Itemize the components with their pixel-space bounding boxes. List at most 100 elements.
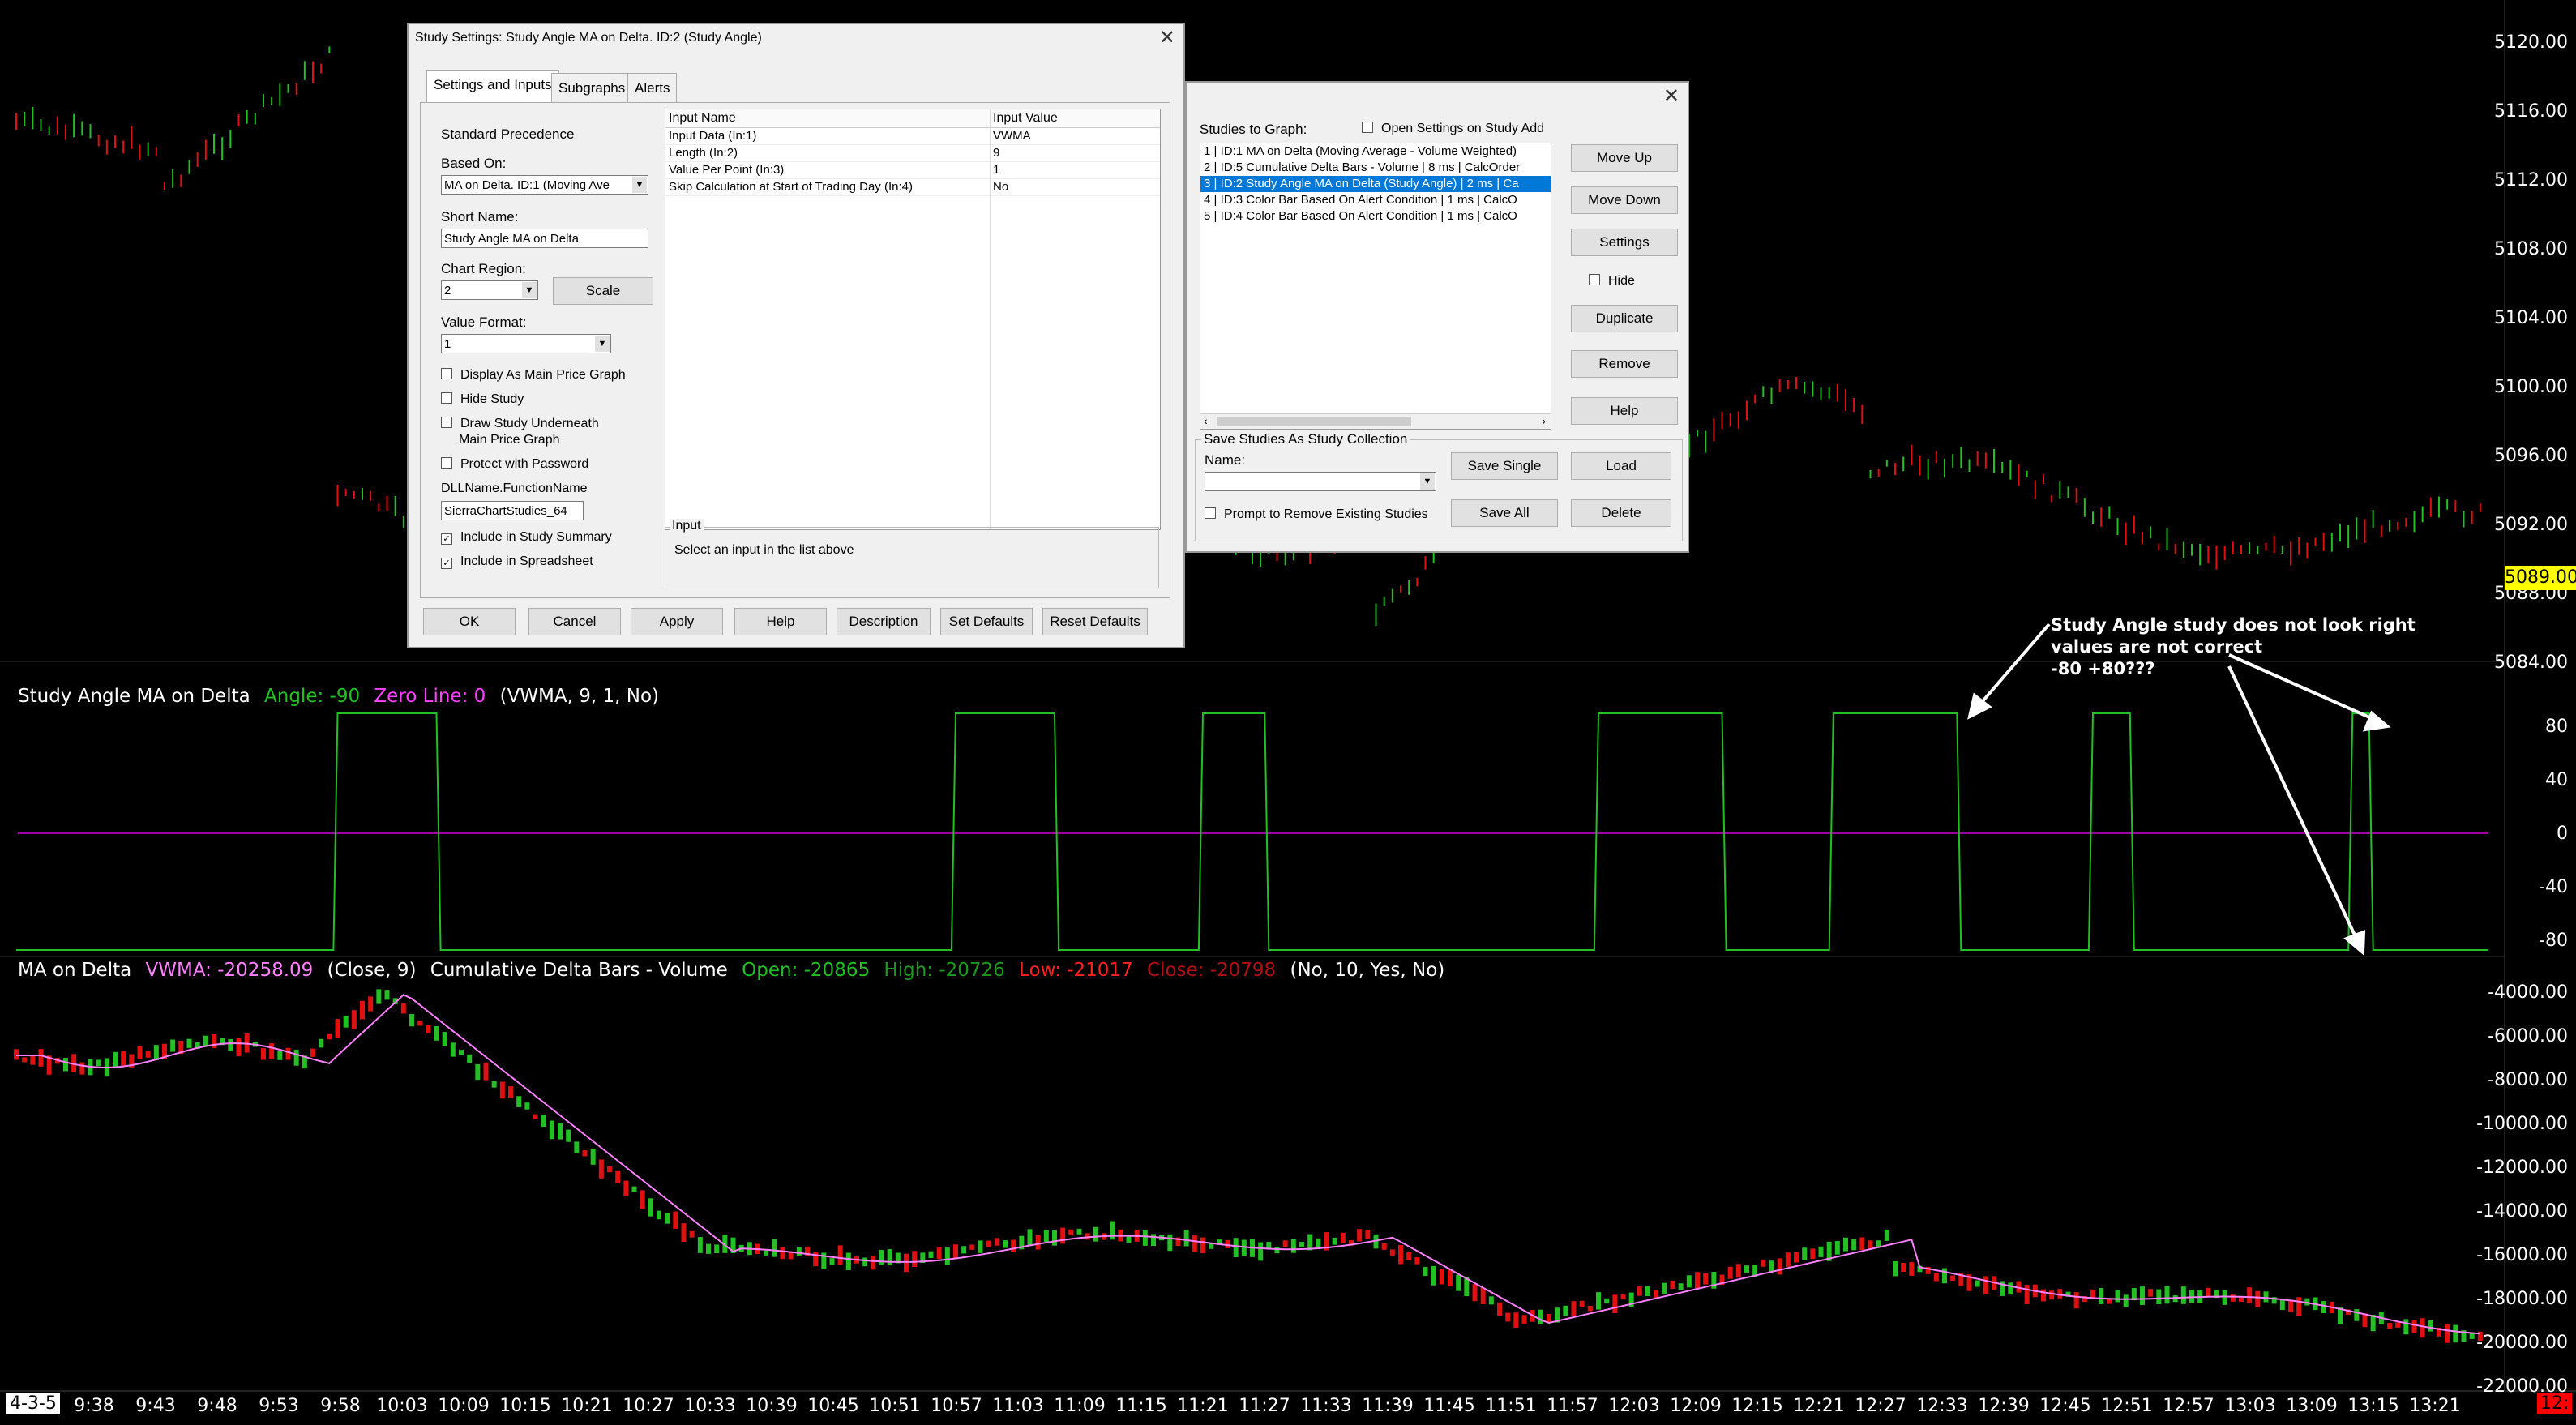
- delta-bar: [1587, 1305, 1593, 1312]
- duplicate-button[interactable]: Duplicate: [1571, 305, 1678, 332]
- table-row[interactable]: Length (In:2) 9: [665, 145, 1160, 162]
- annotation-line: -80 +80???: [2051, 659, 2155, 678]
- delta-bar: [648, 1198, 653, 1217]
- reset-defaults-button[interactable]: Reset Defaults: [1042, 608, 1148, 635]
- description-button[interactable]: Description: [837, 608, 931, 635]
- hide-study-checkbox[interactable]: Hide Study: [441, 392, 524, 407]
- settings-button[interactable]: Settings: [1571, 229, 1678, 256]
- draw-underneath-checkbox[interactable]: Draw Study Underneath: [441, 417, 599, 431]
- chevron-down-icon[interactable]: ▼: [632, 177, 647, 193]
- studies-list[interactable]: 1 | ID:1 MA on Delta (Moving Average - V…: [1200, 143, 1551, 430]
- value-format-combo[interactable]: 1 ▼: [441, 334, 611, 353]
- time-tick: 11:27: [1239, 1396, 1290, 1416]
- short-name-input[interactable]: Study Angle MA on Delta: [441, 229, 648, 248]
- based-on-value: MA on Delta. ID:1 (Moving Ave: [444, 178, 610, 192]
- scroll-left-icon[interactable]: ‹: [1204, 414, 1208, 427]
- column-input-name[interactable]: Input Name: [669, 111, 736, 126]
- scroll-right-icon[interactable]: ›: [1542, 414, 1546, 427]
- chevron-down-icon[interactable]: ▼: [595, 336, 610, 352]
- table-row[interactable]: Input Data (In:1) VWMA: [665, 128, 1160, 145]
- tab-alerts[interactable]: Alerts: [627, 73, 678, 103]
- delta-bar: [1282, 1240, 1288, 1247]
- display-main-price-checkbox[interactable]: Display As Main Price Graph: [441, 368, 626, 383]
- delta-bar: [2140, 1286, 2145, 1305]
- delta-bar: [1448, 1269, 1453, 1287]
- delta-bar: [1406, 1252, 1412, 1260]
- scale-button[interactable]: Scale: [553, 277, 653, 305]
- delta-bar: [640, 1190, 645, 1210]
- help-button[interactable]: Help: [734, 608, 827, 635]
- dll-input[interactable]: SierraChartStudies_64: [441, 501, 584, 520]
- move-down-button[interactable]: Move Down: [1571, 186, 1678, 214]
- include-summary-checkbox[interactable]: ✓ Include in Study Summary: [441, 530, 612, 545]
- hide-label: Hide: [1608, 274, 1635, 288]
- list-item[interactable]: 2 | ID:5 Cumulative Delta Bars - Volume …: [1200, 160, 1551, 176]
- delta-bar: [1843, 1237, 1848, 1252]
- delta-bar: [2222, 1290, 2227, 1305]
- delta-bar: [574, 1141, 580, 1153]
- time-tick: 13:15: [2347, 1396, 2399, 1416]
- delta-bar: [887, 1249, 892, 1265]
- close-icon[interactable]: ✕: [1159, 26, 1175, 49]
- delta-bar: [1431, 1265, 1436, 1286]
- collection-name-combo[interactable]: ▼: [1205, 472, 1436, 491]
- protect-password-checkbox[interactable]: Protect with Password: [441, 457, 588, 472]
- delta-bar: [590, 1148, 596, 1165]
- delta-bar: [2180, 1286, 2186, 1304]
- inputs-grid[interactable]: Input Name Input Value Input Data (In:1)…: [665, 109, 1161, 530]
- grid-header: Input Name Input Value: [665, 109, 1160, 128]
- time-tick: 12:51: [2101, 1396, 2153, 1416]
- save-single-button[interactable]: Save Single: [1451, 452, 1558, 480]
- time-tick: 10:27: [623, 1396, 674, 1416]
- table-row[interactable]: Skip Calculation at Start of Trading Day…: [665, 179, 1160, 196]
- price-tick: 5084.00: [2494, 653, 2568, 673]
- delta-bar: [1456, 1274, 1461, 1291]
- delta-bar: [1439, 1269, 1444, 1285]
- hide-checkbox[interactable]: Hide: [1589, 274, 1635, 289]
- save-all-button[interactable]: Save All: [1451, 499, 1558, 527]
- column-input-value[interactable]: Input Value: [993, 111, 1058, 126]
- close-icon[interactable]: ✕: [1663, 84, 1680, 108]
- bars-study-name: Cumulative Delta Bars - Volume: [430, 960, 728, 981]
- tab-settings-and-inputs[interactable]: Settings and Inputs: [426, 70, 559, 105]
- list-item[interactable]: 3 | ID:2 Study Angle MA on Delta (Study …: [1200, 176, 1551, 192]
- delta-bar: [837, 1245, 843, 1265]
- move-up-button[interactable]: Move Up: [1571, 144, 1678, 172]
- delete-button[interactable]: Delete: [1571, 499, 1671, 527]
- load-button[interactable]: Load: [1571, 452, 1671, 480]
- open-settings-checkbox[interactable]: Open Settings on Study Add: [1362, 122, 1544, 136]
- chart-studies-dialog[interactable]: ✕ Studies to Graph: Open Settings on Stu…: [1185, 81, 1689, 553]
- tab-subgraphs[interactable]: Subgraphs: [551, 73, 633, 103]
- horizontal-scrollbar[interactable]: ‹ ›: [1200, 413, 1551, 429]
- value-format-value: 1: [444, 337, 451, 351]
- table-row[interactable]: Value Per Point (In:3) 1: [665, 162, 1160, 179]
- delta-bar: [153, 1045, 159, 1060]
- delta-bar: [1472, 1284, 1478, 1302]
- ok-button[interactable]: OK: [423, 608, 516, 635]
- price-tick: 5104.00: [2494, 308, 2568, 328]
- based-on-combo[interactable]: MA on Delta. ID:1 (Moving Ave ▼: [441, 175, 648, 195]
- delta-bar: [566, 1129, 571, 1142]
- include-spreadsheet-checkbox[interactable]: ✓ Include in Spreadsheet: [441, 554, 593, 569]
- chevron-down-icon[interactable]: ▼: [522, 282, 537, 298]
- set-defaults-button[interactable]: Set Defaults: [940, 608, 1033, 635]
- prompt-remove-checkbox[interactable]: Prompt to Remove Existing Studies: [1205, 507, 1428, 522]
- delta-bar: [681, 1223, 687, 1242]
- scroll-thumb[interactable]: [1217, 417, 1411, 426]
- apply-button[interactable]: Apply: [631, 608, 723, 635]
- remove-button[interactable]: Remove: [1571, 350, 1678, 378]
- study-settings-dialog[interactable]: Study Settings: Study Angle MA on Delta.…: [407, 23, 1185, 648]
- time-tick: 10:21: [561, 1396, 613, 1416]
- dialog-title: Study Settings: Study Angle MA on Delta.…: [415, 31, 762, 45]
- cancel-button[interactable]: Cancel: [528, 608, 621, 635]
- delta-bar: [1735, 1264, 1741, 1278]
- list-item[interactable]: 5 | ID:4 Color Bar Based On Alert Condit…: [1200, 208, 1551, 225]
- time-tick: 10:09: [438, 1396, 490, 1416]
- help-button[interactable]: Help: [1571, 397, 1678, 425]
- delta-bar: [1398, 1244, 1403, 1265]
- delta-bar: [2123, 1294, 2129, 1307]
- list-item[interactable]: 4 | ID:3 Color Bar Based On Alert Condit…: [1200, 192, 1551, 208]
- chevron-down-icon[interactable]: ▼: [1420, 473, 1435, 490]
- chart-region-combo[interactable]: 2 ▼: [441, 280, 538, 300]
- list-item[interactable]: 1 | ID:1 MA on Delta (Moving Average - V…: [1200, 143, 1551, 160]
